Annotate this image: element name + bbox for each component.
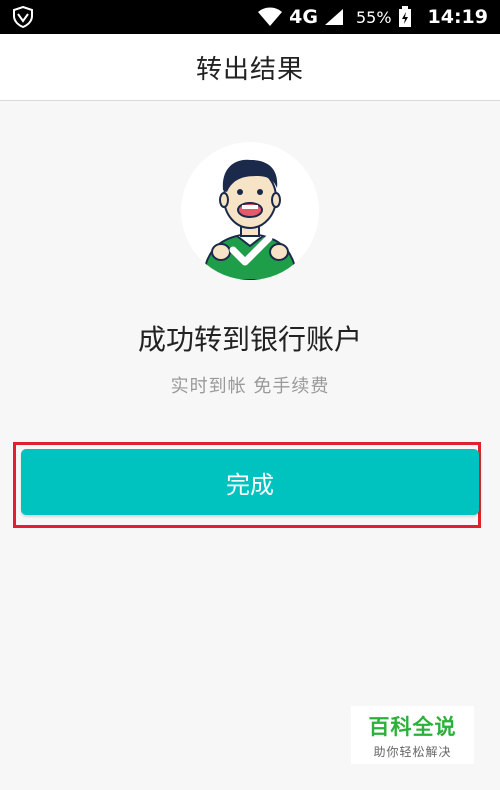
- watermark-logo: 百科全说 助你轻松解决: [351, 706, 474, 764]
- watermark-subtitle: 助你轻松解决: [373, 744, 452, 759]
- success-illustration: [181, 142, 319, 280]
- signal-icon: [324, 9, 343, 25]
- status-bar: 4G 55% 14:19: [0, 0, 500, 34]
- success-subtext: 实时到帐 免手续费: [170, 376, 330, 397]
- man-with-checkmark-avatar-icon: [201, 159, 299, 280]
- shield-icon: [13, 6, 33, 28]
- watermark-title: 百科全说: [368, 714, 457, 739]
- title-bar: 转出结果: [0, 34, 500, 101]
- network-type: 4G: [289, 6, 318, 28]
- battery-percent: 55%: [355, 7, 392, 27]
- success-message: 成功转到银行账户: [137, 323, 362, 356]
- clock: 14:19: [427, 6, 488, 28]
- wifi-icon: [258, 7, 283, 26]
- done-button[interactable]: 完成: [21, 449, 479, 515]
- battery-charging-icon: [398, 6, 411, 27]
- page-title: 转出结果: [195, 54, 304, 85]
